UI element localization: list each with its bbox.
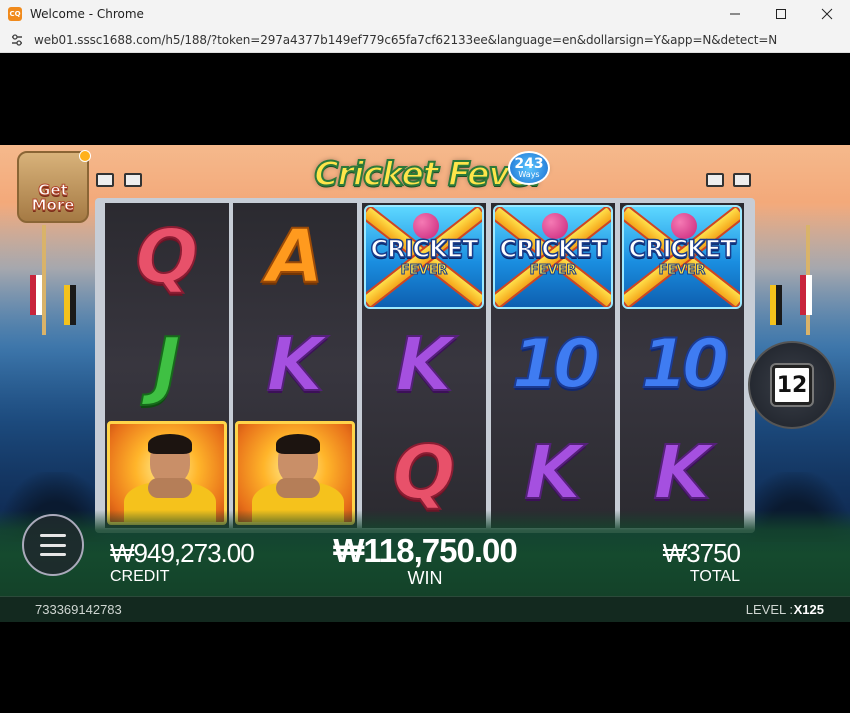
wild-symbol: CRICKET FEVER <box>493 205 613 309</box>
site-settings-icon[interactable] <box>10 33 24 47</box>
symbol-10: 10 <box>640 325 731 404</box>
reel-symbol: J <box>105 311 229 419</box>
credit-label: CREDIT <box>110 568 170 585</box>
reel-symbol: CRICKET FEVER <box>491 203 615 311</box>
maximize-icon[interactable] <box>758 0 804 28</box>
reel-symbol: CRICKET FEVER <box>362 203 486 311</box>
wild-line1: CRICKET <box>628 234 738 264</box>
minimize-icon[interactable] <box>712 0 758 28</box>
symbol-q: Q <box>392 430 457 516</box>
symbol-k: K <box>265 322 324 408</box>
menu-button[interactable] <box>22 514 84 576</box>
spin-count-button[interactable]: 12 <box>748 341 836 429</box>
notification-dot <box>79 150 91 162</box>
reel-4: CRICKET FEVER 10 K <box>491 203 615 528</box>
reel-5: CRICKET FEVER 10 K <box>620 203 744 528</box>
reel-symbol: 10 <box>491 311 615 419</box>
flag-right <box>770 285 782 325</box>
level-value: X125 <box>793 602 824 617</box>
symbol-q: Q <box>135 214 200 300</box>
app-icon: CQ <box>8 7 22 21</box>
wild-line2: FEVER <box>658 263 706 279</box>
reel-symbol: K <box>233 311 357 419</box>
floodlight-icon <box>96 173 114 187</box>
reel-symbol: K <box>362 311 486 419</box>
light-tower-left <box>42 225 46 335</box>
floodlight-icon <box>706 173 724 187</box>
wild-line1: CRICKET <box>370 234 480 264</box>
get-more-button[interactable]: Get More <box>17 151 89 223</box>
win-value: ₩118,750.00 <box>333 532 518 569</box>
app-icon-text: CQ <box>9 10 21 18</box>
reel-symbol: Q <box>105 203 229 311</box>
reel-2: A K <box>233 203 357 528</box>
close-icon[interactable] <box>804 0 850 28</box>
level-label: LEVEL : <box>745 602 793 617</box>
wild-symbol: CRICKET FEVER <box>622 205 742 309</box>
total-bet-value[interactable]: ₩3750 <box>620 538 741 569</box>
wild-line2: FEVER <box>529 263 577 279</box>
flag-right-2 <box>800 275 812 315</box>
floodlight-icon <box>733 173 751 187</box>
window-title: Welcome - Chrome <box>30 7 144 21</box>
flag-left-2 <box>64 285 76 325</box>
win-label: WIN <box>407 568 443 588</box>
wild-symbol: CRICKET FEVER <box>364 205 484 309</box>
symbol-10: 10 <box>511 325 602 404</box>
reel-symbol: 10 <box>620 311 744 419</box>
total-bet-label: TOTAL <box>689 568 740 585</box>
wild-line1: CRICKET <box>499 234 609 264</box>
window-titlebar: CQ Welcome - Chrome <box>0 0 850 28</box>
wild-line2: FEVER <box>400 263 448 279</box>
reel-symbol: A <box>233 203 357 311</box>
reel-symbol: CRICKET FEVER <box>620 203 744 311</box>
session-id: 733369142783 <box>35 602 122 617</box>
reel-3: CRICKET FEVER K Q <box>362 203 486 528</box>
get-more-line2: More <box>31 196 75 214</box>
reel-frame: Q J A K CRICKET FEVER K Q CRICKET FEVER … <box>95 198 755 533</box>
symbol-k: K <box>652 430 711 516</box>
symbol-j: J <box>152 322 182 408</box>
ways-number: 243 <box>514 155 544 172</box>
spin-count: 12 <box>772 365 812 405</box>
game-canvas[interactable]: Cricket Fever 243 Ways Get More Q J A K <box>0 145 850 622</box>
symbol-k: K <box>394 322 453 408</box>
symbol-a: A <box>265 214 324 300</box>
hamburger-icon <box>40 534 66 556</box>
reel-1: Q J <box>105 203 229 528</box>
url-text[interactable]: web01.sssc1688.com/h5/188/?token=297a437… <box>34 33 777 47</box>
flag-left <box>30 275 42 315</box>
floodlight-icon <box>124 173 142 187</box>
ways-label: Ways <box>518 169 540 179</box>
info-bar: 733369142783 LEVEL : X125 <box>0 596 850 622</box>
symbol-k: K <box>523 430 582 516</box>
credit-value: ₩949,273.00 <box>110 538 255 568</box>
ways-badge: 243 Ways <box>508 151 550 185</box>
address-bar[interactable]: web01.sssc1688.com/h5/188/?token=297a437… <box>0 28 850 53</box>
